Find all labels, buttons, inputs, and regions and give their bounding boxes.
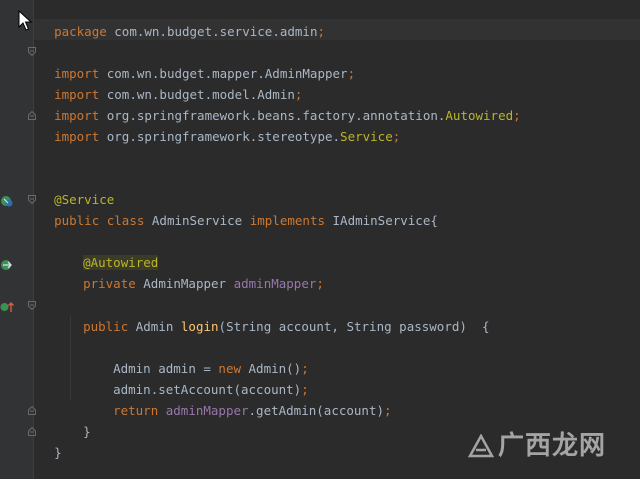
- code-line-body-3[interactable]: return adminMapper.getAdmin(account);: [98, 379, 391, 418]
- keyword: package: [54, 24, 107, 39]
- code-line-package[interactable]: package com.wn.budget.service.admin;: [39, 0, 325, 39]
- code-line-import-2[interactable]: import com.wn.budget.model.Admin;: [39, 63, 302, 102]
- code-line-method-declaration[interactable]: public Admin login(String account, Strin…: [68, 295, 489, 334]
- code-line-body-1[interactable]: Admin admin = new Admin();: [98, 337, 309, 376]
- semicolon: ;: [384, 403, 392, 418]
- code-line-field-declaration[interactable]: private AdminMapper adminMapper;: [68, 252, 324, 291]
- fold-marker-icon[interactable]: [28, 427, 36, 436]
- field-name: adminMapper: [158, 403, 249, 418]
- field-type: AdminMapper: [135, 276, 234, 291]
- override-method-gutter-icon[interactable]: [0, 299, 14, 313]
- keyword: public class: [54, 213, 145, 228]
- code-line-import-4[interactable]: import org.springframework.stereotype.Se…: [39, 105, 400, 144]
- keyword: implements: [249, 213, 325, 228]
- return-type: Admin: [128, 319, 181, 334]
- mouse-pointer-icon: [18, 9, 34, 32]
- fold-marker-icon[interactable]: [28, 111, 36, 120]
- code-line-body-2[interactable]: admin.setAccount(account);: [98, 358, 309, 397]
- import-path: org.springframework.stereotype.: [99, 129, 341, 144]
- code-line-import-1[interactable]: import com.wn.budget.mapper.AdminMapper;: [39, 42, 355, 81]
- fold-marker-icon[interactable]: [28, 406, 36, 415]
- semicolon: ;: [347, 66, 356, 81]
- package-name: com.wn.budget.service.admin: [106, 24, 318, 39]
- keyword: return: [113, 403, 159, 418]
- code-line-autowired-annotation[interactable]: @Autowired: [68, 231, 159, 270]
- watermark-logo-icon: [467, 433, 495, 458]
- parameters: (String account, String password) {: [218, 319, 490, 334]
- keyword: import: [54, 129, 100, 144]
- field-name: adminMapper: [233, 276, 317, 291]
- keyword: private: [83, 276, 136, 291]
- semicolon: ;: [392, 129, 401, 144]
- code-line-close-method[interactable]: }: [68, 400, 91, 439]
- watermark: 广西龙网: [467, 431, 606, 461]
- code-line-class-declaration[interactable]: public class AdminService implements IAd…: [39, 189, 438, 228]
- annotation-class: Autowired: [445, 108, 514, 123]
- class-name: AdminService: [144, 213, 250, 228]
- code-line-close-class[interactable]: }: [39, 421, 62, 460]
- fold-marker-icon[interactable]: [28, 47, 36, 56]
- autowired-bean-gutter-icon[interactable]: [0, 257, 14, 271]
- closing-brace: }: [54, 445, 62, 460]
- method-name: login: [180, 319, 219, 334]
- implements-gutter-icon[interactable]: [0, 193, 14, 207]
- fold-marker-icon[interactable]: [28, 195, 36, 204]
- fold-marker-icon[interactable]: [28, 301, 36, 310]
- watermark-text: 广西龙网: [497, 431, 606, 461]
- semicolon: ;: [316, 276, 324, 291]
- keyword: public: [83, 319, 129, 334]
- code-line-import-3[interactable]: import org.springframework.beans.factory…: [39, 84, 521, 123]
- semicolon: ;: [317, 24, 325, 39]
- statement: .getAdmin(account): [248, 403, 384, 418]
- annotation-class: Service: [340, 129, 393, 144]
- code-line-service-annotation[interactable]: @Service: [39, 168, 114, 207]
- closing-brace: }: [83, 424, 91, 439]
- interface-name: IAdminService{: [325, 213, 438, 228]
- semicolon: ;: [513, 108, 521, 123]
